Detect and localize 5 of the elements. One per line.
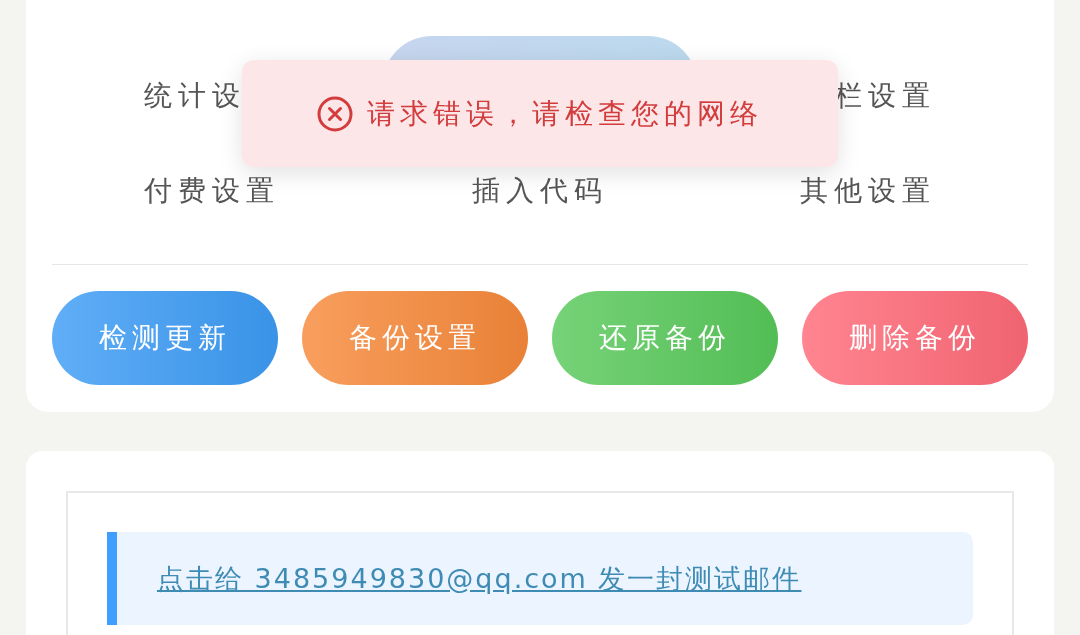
settings-item[interactable]: 其他设置 [708,171,1028,210]
toast-message: 请求错误，请检查您的网络 [367,95,763,132]
settings-item[interactable]: 付费设置 [52,171,372,210]
settings-item[interactable]: 插入代码 [380,171,700,210]
error-icon [317,95,353,132]
